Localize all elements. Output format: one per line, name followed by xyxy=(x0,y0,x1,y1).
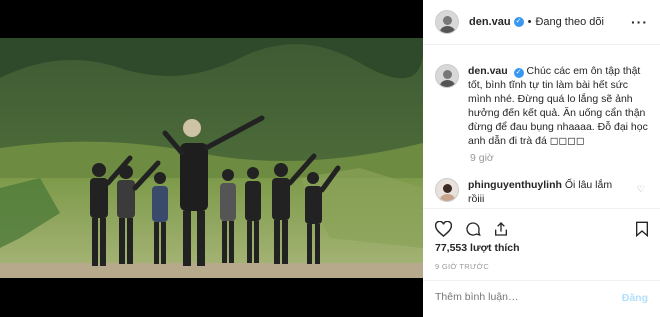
post-side-panel: den.vau ✓ • Đang theo dõi ··· den.vau ✓ … xyxy=(423,0,660,317)
add-comment-input[interactable] xyxy=(435,291,605,303)
post-header: den.vau ✓ • Đang theo dõi ··· xyxy=(423,0,660,45)
more-options-icon[interactable]: ··· xyxy=(631,14,648,30)
caption-text-block: den.vau ✓ Chúc các em ôn tập thật tốt, b… xyxy=(468,64,653,148)
add-comment-bar: Đăng xyxy=(423,280,660,317)
commenter-avatar[interactable] xyxy=(435,178,459,202)
comment-icon[interactable] xyxy=(465,221,481,241)
photo-illustration xyxy=(0,38,423,278)
caption-username[interactable]: den.vau xyxy=(468,65,508,77)
post-photo[interactable] xyxy=(0,38,423,278)
caption-time[interactable]: 9 giờ xyxy=(470,152,494,164)
bookmark-icon[interactable] xyxy=(635,221,649,241)
comment-item: phinguyenthuylinh Ối lâu lắm rồiii ♡ xyxy=(435,178,653,206)
follow-status-button[interactable]: Đang theo dõi xyxy=(535,16,604,28)
post-media-pane xyxy=(0,0,423,317)
commenter-username[interactable]: phinguyenthuylinh xyxy=(468,179,562,191)
caption-verified-icon: ✓ xyxy=(513,68,524,78)
like-count-number: 77,553 xyxy=(435,242,468,254)
comment-like-heart-icon[interactable]: ♡ xyxy=(637,184,645,195)
heart-icon[interactable] xyxy=(434,220,453,241)
caption-avatar[interactable] xyxy=(435,64,459,88)
like-count[interactable]: 77,553 lượt thích xyxy=(435,242,520,254)
separator-dot: • xyxy=(527,16,532,28)
post-timestamp[interactable]: 9 GIỜ TRƯỚC xyxy=(435,262,489,271)
caption-text: Chúc các em ôn tập thật tốt, bình tĩnh t… xyxy=(468,65,648,147)
like-count-label: lượt thích xyxy=(470,242,520,254)
share-icon[interactable] xyxy=(493,221,509,241)
comment-text-block: phinguyenthuylinh Ối lâu lắm rồiii xyxy=(468,178,628,206)
verified-badge-icon: ✓ xyxy=(513,17,524,27)
post-caption: den.vau ✓ Chúc các em ôn tập thật tốt, b… xyxy=(435,64,653,148)
author-username[interactable]: den.vau xyxy=(469,16,511,28)
post-comment-button[interactable]: Đăng xyxy=(622,292,648,304)
post-actions-bar xyxy=(423,208,660,268)
author-avatar[interactable] xyxy=(435,10,459,34)
